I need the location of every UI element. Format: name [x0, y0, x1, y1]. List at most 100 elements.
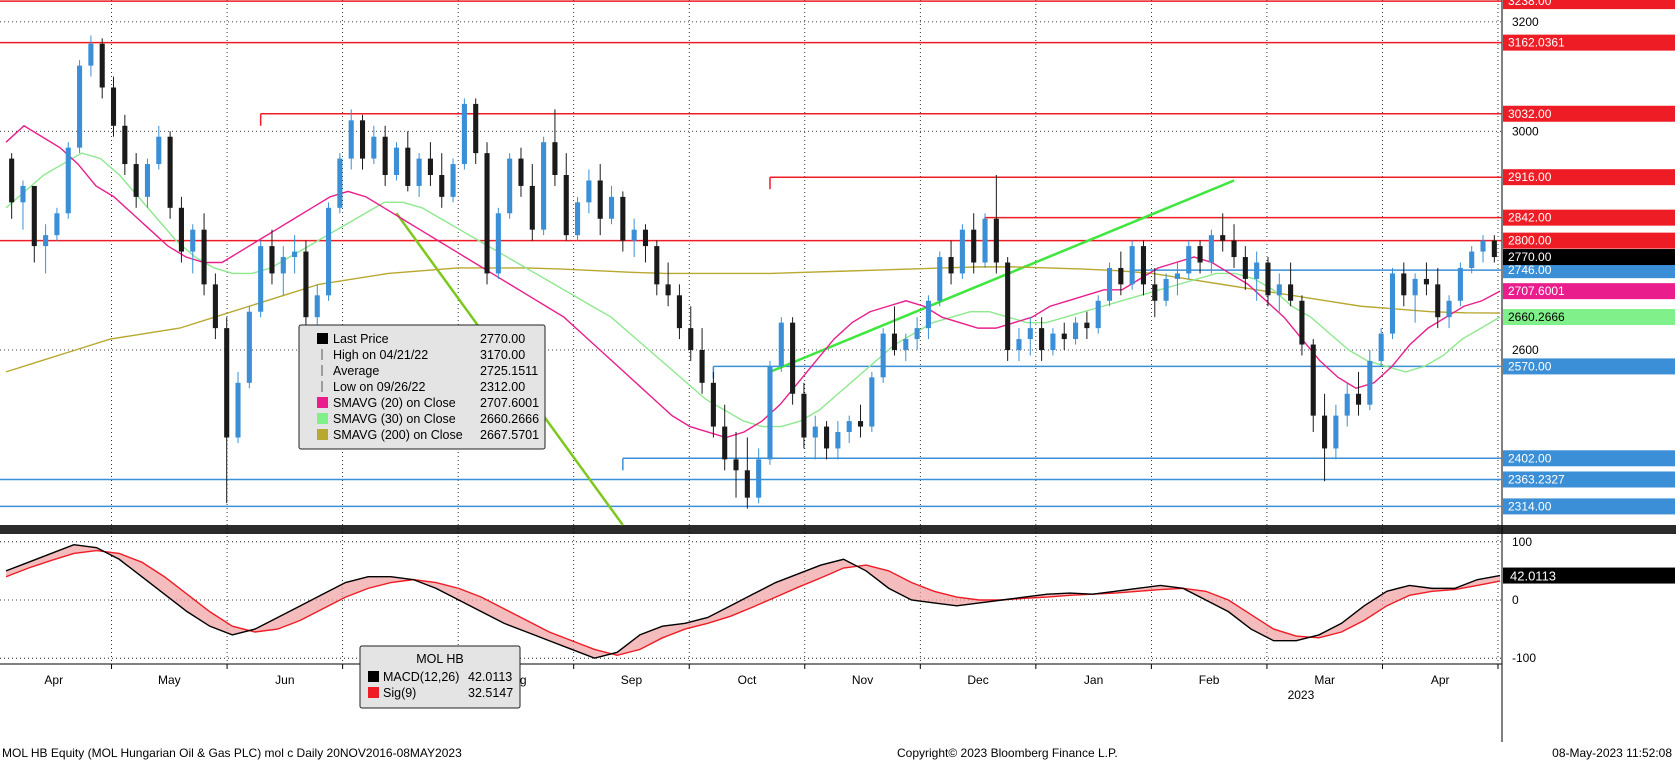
price-tag-text: 2800.00 [1508, 234, 1552, 248]
candle-body [880, 333, 886, 378]
candle-body [1095, 300, 1101, 329]
candle-body [620, 196, 626, 241]
candle-body [371, 136, 377, 159]
candle-body [450, 164, 456, 197]
candle-body [959, 229, 965, 274]
candle-body [314, 295, 320, 318]
candle-body [507, 158, 513, 214]
candle-body [484, 153, 490, 274]
last-value-tag: 2707.6001 [1503, 283, 1675, 300]
candle-body [212, 284, 218, 329]
candle-body [280, 257, 286, 274]
candle-body [1322, 415, 1328, 449]
candle-body [937, 257, 943, 301]
macd-legend-value: 42.0113 [468, 670, 512, 684]
candle-body [88, 43, 94, 66]
price-level-tag: 2314.00 [1503, 498, 1675, 515]
macd-legend-label: MACD(12,26) [383, 670, 459, 684]
candle-body [1231, 240, 1237, 258]
candle-body [303, 251, 309, 318]
candle-body [269, 246, 275, 274]
candle-body [688, 328, 694, 350]
candle-body [1140, 246, 1147, 285]
x-tick-label-month: Apr [44, 673, 63, 687]
candle-body [326, 207, 332, 296]
candle-body [65, 147, 71, 214]
candle-body [767, 366, 773, 460]
candle-body [744, 470, 750, 498]
candle-body [1457, 267, 1463, 301]
footer-copyright: Copyright© 2023 Bloomberg Finance L.P. [897, 746, 1118, 760]
x-tick-label-month: Apr [1431, 673, 1450, 687]
macd-tick-label: -100 [1512, 651, 1536, 665]
candle-body [948, 257, 954, 274]
macd-legend-swatch [368, 671, 379, 682]
candle-body [1174, 273, 1180, 279]
price-tag-text: 2660.2666 [1508, 310, 1565, 324]
candle-body [1367, 360, 1373, 405]
candle-body [156, 136, 162, 165]
candle-body [473, 103, 479, 154]
candle-body [608, 196, 615, 219]
candle-body [178, 207, 184, 252]
candle-body [235, 382, 241, 438]
candle-body [144, 164, 151, 197]
price-tag-text: 2402.00 [1508, 451, 1552, 465]
last-value-tag: 2660.2666 [1503, 309, 1675, 326]
candle-body [31, 185, 37, 247]
candle-body [1333, 415, 1339, 449]
candle-body [1163, 278, 1169, 301]
price-tag-text: 3162.0361 [1508, 36, 1565, 50]
macd-last-tag: 42.0113 [1503, 567, 1675, 584]
candle-body [1197, 246, 1203, 263]
candle-body [1242, 257, 1248, 279]
candle-body [292, 251, 298, 258]
candle-body [552, 142, 558, 175]
legend-swatch [317, 333, 328, 344]
candle-body [631, 229, 637, 241]
legend-label: Average [333, 364, 379, 378]
candle-body [790, 322, 796, 394]
candle-body [835, 432, 841, 449]
candle-body [20, 185, 26, 203]
candle-body [427, 158, 433, 175]
price-tag-text: 2770.00 [1508, 250, 1552, 264]
price-tag-text: 2707.6001 [1508, 284, 1565, 298]
candle-body [654, 246, 660, 285]
candle-body [167, 136, 173, 208]
candle-body [1027, 328, 1033, 340]
legend-swatch [317, 413, 328, 424]
price-level-tag: 2363.2327 [1503, 471, 1675, 488]
candle-body [1186, 246, 1192, 274]
candle-body [541, 142, 547, 230]
legend-value: 2725.1511 [480, 364, 538, 378]
x-tick-label-month: Jan [1084, 673, 1103, 687]
candle-body [224, 328, 230, 438]
candle-body [722, 426, 728, 460]
candle-body [1446, 300, 1452, 318]
candle-body [1039, 328, 1045, 350]
legend-value: 2667.5701 [480, 428, 539, 442]
price-tag-text: 2916.00 [1508, 170, 1552, 184]
candle-body [891, 333, 898, 350]
candle-body [43, 235, 49, 247]
candle-body [857, 421, 864, 427]
candle-body [1480, 240, 1486, 252]
macd-tag-text: 42.0113 [1510, 569, 1556, 584]
price-tag-text: 2363.2327 [1508, 472, 1565, 486]
candle-body [846, 421, 852, 433]
price-tag-text: 3032.00 [1508, 107, 1552, 121]
candle-body [733, 459, 739, 471]
candle-body [642, 229, 649, 247]
candle-body [54, 213, 60, 236]
price-level-tag: 3162.0361 [1503, 34, 1675, 51]
candle-body [359, 120, 366, 159]
candle-body [1423, 278, 1429, 285]
candle-body [1355, 393, 1362, 405]
candle-body [710, 382, 716, 427]
candle-body [110, 87, 117, 126]
price-tag-text: 2842.00 [1508, 211, 1552, 225]
candle-body [1412, 278, 1418, 296]
x-tick-label-month: Dec [967, 673, 988, 687]
candle-body [1378, 333, 1384, 361]
